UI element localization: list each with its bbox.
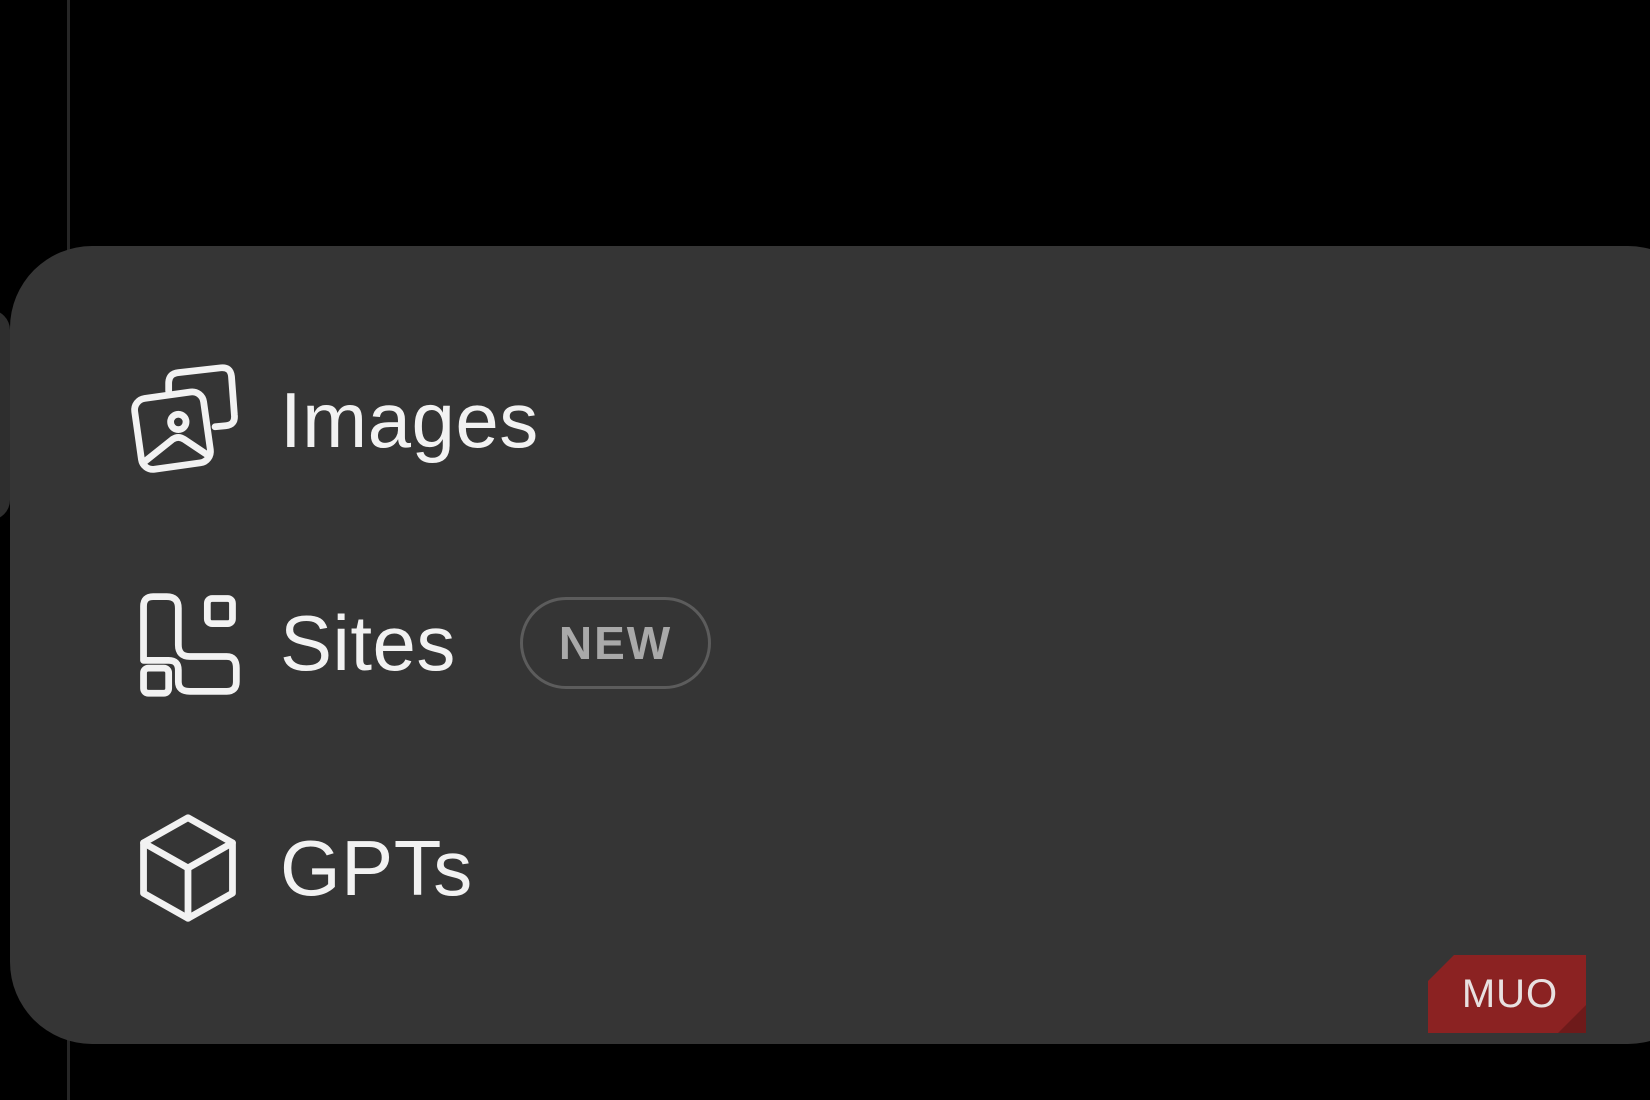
watermark-text: MUO [1461, 971, 1559, 1016]
menu-item-label: Sites [280, 599, 456, 687]
new-badge: NEW [519, 597, 712, 689]
menu-item-images[interactable]: Images [130, 350, 1030, 490]
menu-item-sites[interactable]: Sites NEW [130, 573, 1030, 713]
menu-item-gpts[interactable]: GPTs [130, 798, 1030, 938]
menu-item-label: Images [280, 376, 539, 464]
cube-icon [130, 808, 250, 928]
muo-watermark-logo: MUO [1428, 955, 1586, 1033]
partial-sidebar-element [0, 310, 10, 520]
images-icon [130, 360, 250, 480]
app-screen: Images Sites NEW GPTs MUO [0, 0, 1650, 1100]
menu-item-label: GPTs [280, 824, 473, 912]
sites-grid-icon [130, 583, 250, 703]
